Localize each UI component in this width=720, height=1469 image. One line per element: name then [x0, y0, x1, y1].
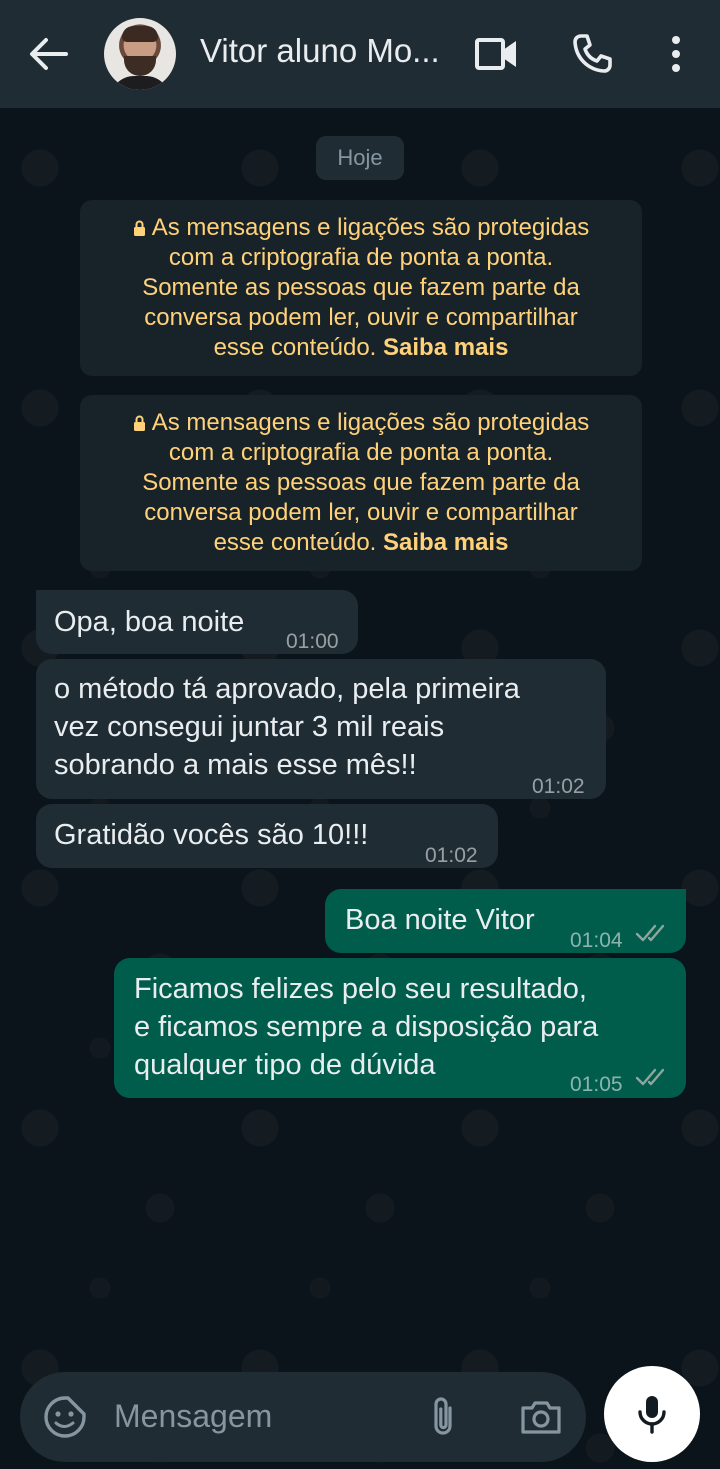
message-time: 01:04	[570, 929, 623, 952]
message-time: 01:00	[286, 630, 339, 653]
phone-icon[interactable]	[568, 30, 616, 78]
lock-icon	[133, 220, 145, 236]
lock-icon	[133, 415, 145, 431]
message-text: Ficamos felizes pelo seu resultado, e fi…	[134, 973, 599, 1081]
message-input[interactable]: Mensagem	[114, 1398, 272, 1435]
message-time: 01:05	[570, 1073, 623, 1096]
encryption-notice[interactable]: As mensagens e ligações são protegidas c…	[80, 395, 642, 571]
notice-line: com a criptografia de ponta a ponta.	[168, 439, 554, 466]
message-bubble-incoming[interactable]: Gratidão vocês são 10!!! 01:02	[36, 804, 498, 868]
message-composer[interactable]: Mensagem	[20, 1372, 586, 1462]
notice-line: conversa podem ler, ouvir e compartilhar	[144, 499, 578, 526]
notice-line: As mensagens e ligações são protegidas	[98, 408, 624, 438]
video-camera-icon[interactable]	[472, 30, 520, 78]
double-check-icon	[635, 1068, 665, 1086]
message-bubble-outgoing[interactable]: Boa noite Vitor 01:04	[325, 889, 686, 953]
avatar[interactable]	[104, 18, 176, 90]
message-bubble-incoming[interactable]: Opa, boa noite 01:00	[36, 590, 358, 654]
chat-header: Vitor aluno Mo...	[0, 0, 720, 108]
message-bubble-incoming[interactable]: o método tá aprovado, pela primeira vez …	[36, 659, 606, 799]
message-bubble-outgoing[interactable]: Ficamos felizes pelo seu resultado, e fi…	[114, 958, 686, 1098]
microphone-button[interactable]	[604, 1366, 700, 1462]
paperclip-icon[interactable]	[420, 1394, 466, 1440]
notice-line: esse conteúdo. Saiba mais	[213, 334, 509, 361]
double-check-icon	[635, 924, 665, 942]
contact-name[interactable]: Vitor aluno Mo...	[200, 32, 450, 70]
more-vertical-icon[interactable]	[652, 30, 700, 78]
message-text: o método tá aprovado, pela primeira vez …	[54, 673, 520, 781]
message-text: Gratidão vocês são 10!!!	[54, 819, 369, 851]
notice-line: As mensagens e ligações são protegidas	[98, 213, 624, 243]
message-text: Boa noite Vitor	[345, 904, 535, 936]
camera-icon[interactable]	[518, 1394, 564, 1440]
notice-line: Somente as pessoas que fazem parte da	[142, 274, 580, 301]
encryption-notice[interactable]: As mensagens e ligações são protegidas c…	[80, 200, 642, 376]
microphone-icon	[638, 1396, 666, 1434]
sticker-icon[interactable]	[42, 1394, 88, 1440]
notice-line: esse conteúdo. Saiba mais	[213, 529, 509, 556]
message-text: Opa, boa noite	[54, 606, 245, 638]
message-time: 01:02	[532, 775, 585, 798]
notice-line: conversa podem ler, ouvir e compartilhar	[144, 304, 578, 331]
date-chip: Hoje	[316, 136, 404, 180]
notice-line: Somente as pessoas que fazem parte da	[142, 469, 580, 496]
learn-more-link[interactable]: Saiba mais	[383, 334, 508, 361]
learn-more-link[interactable]: Saiba mais	[383, 529, 508, 556]
message-time: 01:02	[425, 844, 478, 867]
notice-line: com a criptografia de ponta a ponta.	[168, 244, 554, 271]
arrow-left-icon[interactable]	[26, 34, 70, 74]
